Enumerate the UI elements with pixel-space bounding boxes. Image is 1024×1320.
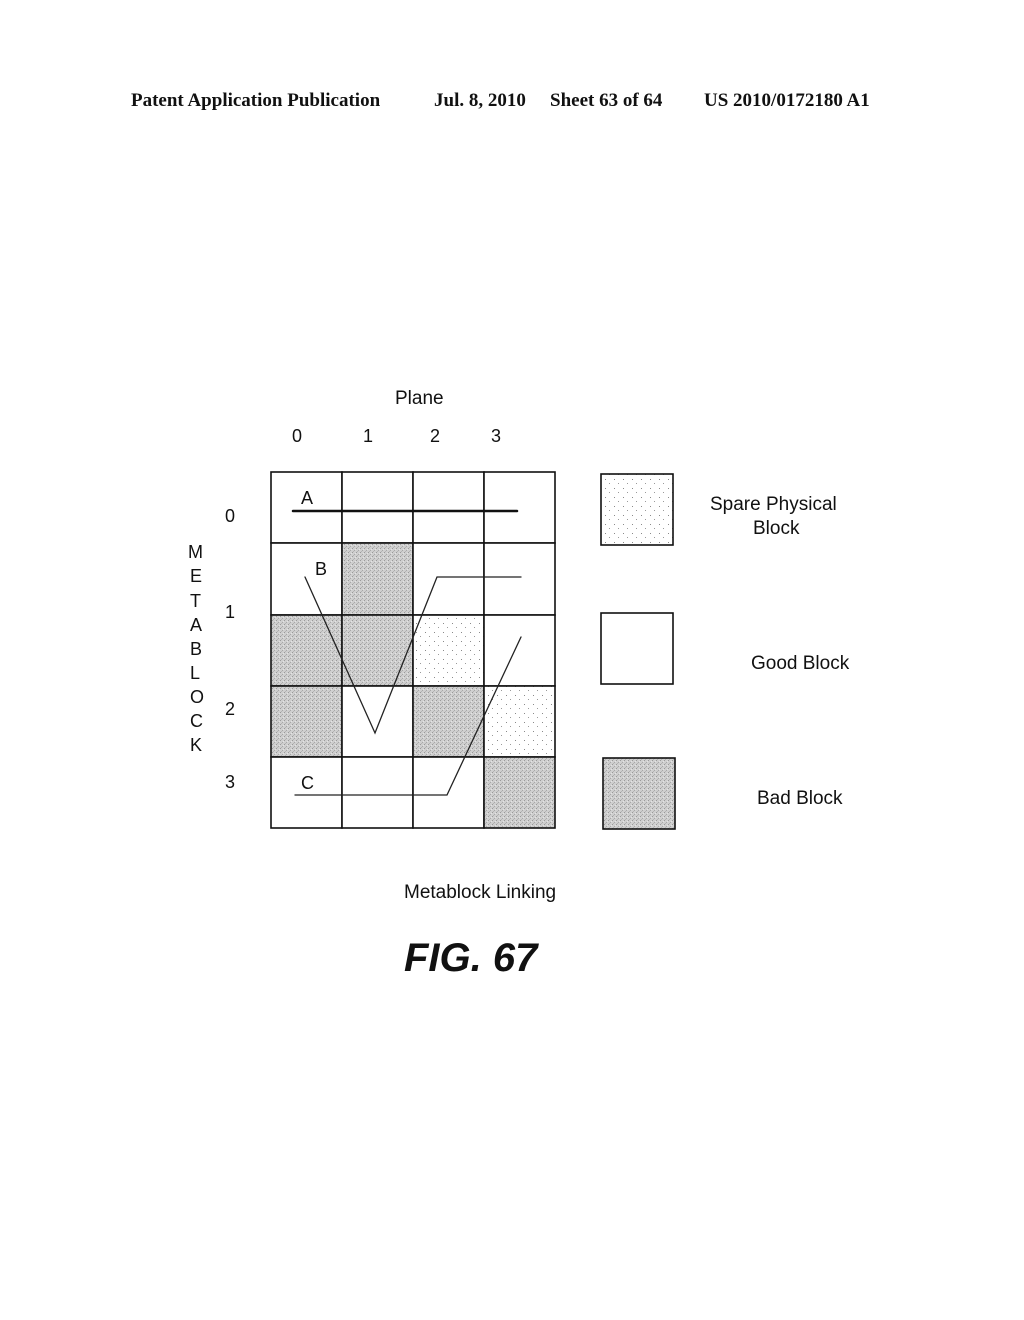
grid-cell-bad	[483, 756, 556, 829]
link-label-c: C	[301, 773, 314, 793]
diagram-caption: Metablock Linking	[404, 882, 557, 903]
legend-swatch-good	[600, 612, 674, 685]
legend-bad-label: Bad Block	[757, 788, 843, 809]
metablock-grid	[270, 471, 676, 830]
link-label-b: B	[315, 559, 328, 579]
legend-swatch-spare	[600, 473, 674, 546]
link-label-a: A	[301, 488, 314, 508]
grid-cell-good	[483, 542, 556, 616]
grid-cell-good	[483, 614, 556, 687]
grid-cell-bad	[412, 685, 485, 758]
grid-cell-good	[412, 471, 485, 544]
grid-cell-spare	[483, 685, 556, 758]
grid-cell-good	[483, 471, 556, 544]
grid-cell-spare	[412, 614, 485, 687]
grid-cell-good	[341, 471, 414, 544]
grid-cell-good	[412, 542, 485, 616]
legend-good-label: Good Block	[751, 653, 850, 674]
figure-label: FIG. 67	[404, 936, 538, 980]
legend-spare-label-line1: Spare Physical	[710, 494, 837, 515]
grid-cell-bad	[341, 542, 414, 616]
grid-cell-bad	[270, 685, 343, 758]
legend-swatch-bad	[602, 757, 676, 830]
grid-cell-good	[341, 685, 414, 758]
grid-cell-bad	[341, 614, 414, 687]
legend-spare-label-line2: Block	[753, 518, 800, 539]
grid-cell-good	[341, 756, 414, 829]
grid-cell-bad	[270, 614, 343, 687]
